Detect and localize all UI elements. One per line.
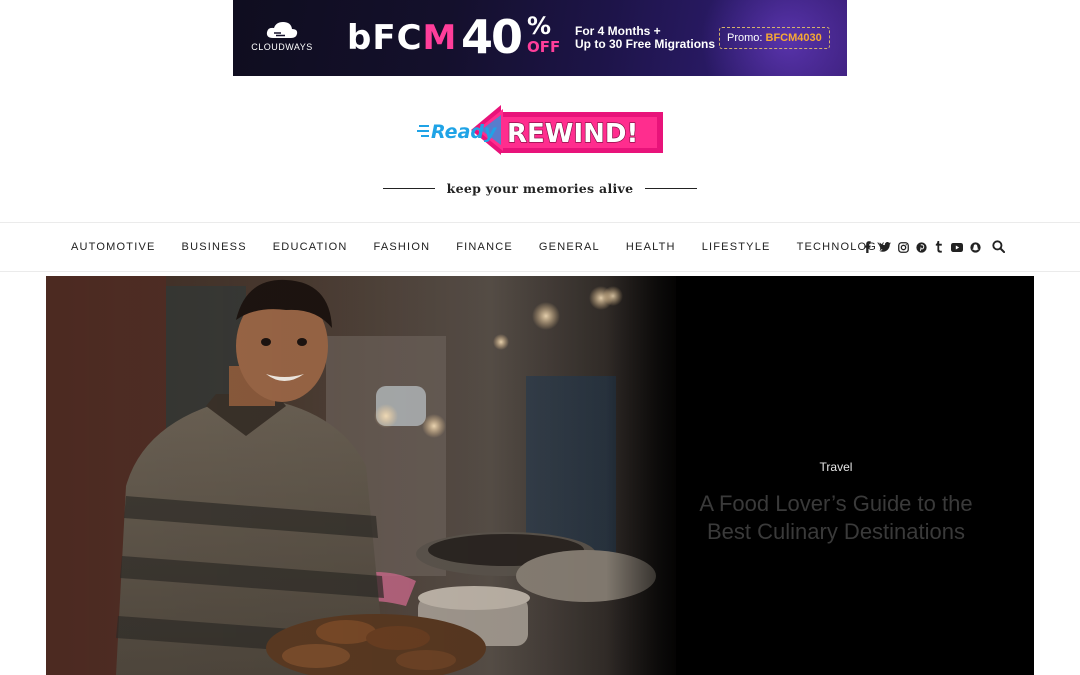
site-logo[interactable]: Ready REWIND! [417, 103, 667, 157]
promo-code: BFCM4030 [765, 32, 822, 44]
site-tagline: keep your memories alive [446, 180, 634, 196]
ad-banner[interactable]: CLOUDWAYS bFCM 40 % OFF For 4 Months + U… [233, 0, 847, 76]
nav-menu: AUTOMOTIVE BUSINESS EDUCATION FASHION FI… [58, 223, 899, 271]
facebook-icon[interactable] [858, 240, 876, 254]
nav-item-finance[interactable]: FINANCE [443, 241, 526, 253]
tagline-divider-left [382, 187, 435, 189]
main-navigation: AUTOMOTIVE BUSINESS EDUCATION FASHION FI… [0, 222, 1080, 272]
discount-suffix: % OFF [527, 14, 561, 60]
social-links [858, 223, 984, 271]
nav-item-lifestyle[interactable]: LIFESTYLE [689, 241, 784, 253]
pinterest-icon[interactable] [912, 240, 930, 254]
promo-label: Promo: [727, 32, 766, 44]
post-category[interactable]: Travel [820, 460, 853, 474]
search-icon[interactable] [992, 240, 1006, 254]
bfcm-text: bFCM [347, 18, 457, 58]
logo-rewind-text: REWIND! [507, 119, 638, 149]
nav-item-education[interactable]: EDUCATION [260, 241, 361, 253]
off-label: OFF [527, 38, 561, 56]
nav-item-business[interactable]: BUSINESS [169, 241, 260, 253]
percent-sign: % [527, 12, 552, 40]
post-title-line1: A Food Lover’s Guide to the [699, 491, 973, 516]
post-title-line2: Best Culinary Destinations [706, 519, 965, 544]
instagram-icon[interactable] [894, 240, 912, 254]
nav-item-automotive[interactable]: AUTOMOTIVE [58, 241, 169, 253]
cloudways-text: CLOUDWAYS [251, 42, 313, 52]
discount-number: 40 [461, 10, 523, 64]
tumblr-icon[interactable] [930, 240, 948, 254]
cloudways-logo: CLOUDWAYS [249, 20, 315, 52]
bfcm-m: M [422, 18, 458, 58]
nav-item-fashion[interactable]: FASHION [361, 241, 444, 253]
snapchat-icon[interactable] [966, 240, 984, 254]
featured-post[interactable]: Travel A Food Lover’s Guide to the Best … [46, 276, 1034, 675]
nav-item-health[interactable]: HEALTH [613, 241, 689, 253]
tagline-divider-right [645, 187, 698, 189]
ad-offer-text: For 4 Months + Up to 30 Free Migrations [575, 25, 715, 51]
twitter-icon[interactable] [876, 240, 894, 254]
nav-item-general[interactable]: GENERAL [526, 241, 613, 253]
logo-ready-text: Ready [431, 121, 498, 143]
featured-post-text: Travel A Food Lover’s Guide to the Best … [672, 458, 1000, 546]
bfcm-bf: bFC [347, 18, 423, 58]
cloud-icon [266, 22, 298, 38]
promo-box: Promo: BFCM4030 [719, 27, 830, 49]
youtube-icon[interactable] [948, 240, 966, 254]
ad-offer-line2: Up to 30 Free Migrations [575, 37, 716, 51]
tagline-row: keep your memories alive [0, 178, 1080, 198]
post-title[interactable]: A Food Lover’s Guide to the Best Culinar… [672, 490, 1000, 546]
logo-graphic: Ready REWIND! [417, 105, 663, 155]
